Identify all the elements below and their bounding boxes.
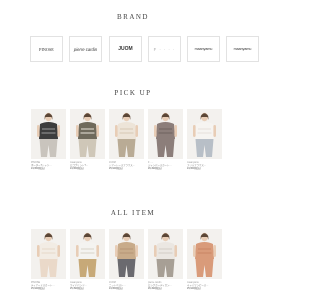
pickup-product-card[interactable]: JUOM シアーレースブラウス… ¥5,940(税込)	[109, 109, 144, 170]
product-photo	[70, 109, 105, 159]
product-photo	[187, 109, 222, 159]
product-meta: PINOSE ボーダーTシャツ… ¥4,950(税込)	[31, 161, 66, 170]
brand-label: pierre cardin	[73, 46, 98, 52]
product-price: ¥4,950(税込)	[31, 167, 45, 170]
product-meta: JUOM シアーレースブラウス… ¥5,940(税込)	[109, 161, 144, 170]
product-price: ¥4,950(税込)	[187, 167, 201, 170]
brand-logo-pierre-cardin[interactable]: pierre cardin	[69, 36, 102, 62]
product-photo	[31, 229, 66, 279]
brand-section-title: BRAND	[116, 13, 149, 21]
brand-logo-juom[interactable]: JUOM	[109, 36, 142, 62]
product-meta: maanyamu ロゴプリントT… ¥4,950(税込)	[70, 161, 105, 170]
product-photo	[31, 109, 66, 159]
product-meta: maanyamu ワイドパンツ… ¥5,390(税込)	[70, 281, 105, 290]
product-meta: F ···· ジャンパースカート… ¥6,490(税込)	[148, 161, 183, 170]
pickup-product-card[interactable]: maanyamu ロゴプリントT… ¥4,950(税込)	[70, 109, 105, 170]
allitem-product-card[interactable]: pierre cardin ロングカーディガン… ¥6,490(税込)	[148, 229, 183, 290]
product-photo	[187, 229, 222, 279]
brand-logo-maanyamu-2[interactable]: maanyamu	[226, 36, 259, 62]
brand-label: F · · · ·	[153, 46, 176, 52]
product-price: ¥6,490(税込)	[148, 287, 162, 290]
brand-label: maanyamu	[233, 47, 252, 51]
product-meta: maanyamu フリルブラウス… ¥4,950(税込)	[187, 161, 222, 170]
allitem-section-title: ALL ITEM	[110, 209, 156, 217]
product-price: ¥5,940(税込)	[31, 287, 45, 290]
allitem-product-card[interactable]: maanyamu キャミワンピース… ¥5,940(税込)	[187, 229, 222, 290]
brand-label: PINOSE	[39, 46, 54, 52]
product-photo	[109, 109, 144, 159]
product-photo	[109, 229, 144, 279]
product-photo	[70, 229, 105, 279]
brand-label: JUOM	[118, 46, 133, 52]
pickup-product-card[interactable]: maanyamu フリルブラウス… ¥4,950(税込)	[187, 109, 222, 170]
brand-logo-pinose[interactable]: PINOSE	[30, 36, 63, 62]
brand-logo-f[interactable]: F · · · ·	[148, 36, 181, 62]
product-photo	[148, 229, 183, 279]
allitem-product-card[interactable]: JUOM ニットベスト… ¥4,950(税込)	[109, 229, 144, 290]
pickup-product-card[interactable]: F ···· ジャンパースカート… ¥6,490(税込)	[148, 109, 183, 170]
product-meta: JUOM ニットベスト… ¥4,950(税込)	[109, 281, 144, 290]
product-photo	[148, 109, 183, 159]
allitem-product-card[interactable]: maanyamu ワイドパンツ… ¥5,390(税込)	[70, 229, 105, 290]
pickup-section-title: PICK UP	[114, 89, 152, 97]
product-price: ¥4,950(税込)	[109, 287, 123, 290]
product-price: ¥5,940(税込)	[187, 287, 201, 290]
allitem-product-card[interactable]: PINOSE ティアードスカート… ¥5,940(税込)	[31, 229, 66, 290]
product-meta: pierre cardin ロングカーディガン… ¥6,490(税込)	[148, 281, 183, 290]
product-price: ¥5,940(税込)	[109, 167, 123, 170]
brand-list: PINOSE pierre cardin JUOM F · · · · maan…	[30, 36, 260, 62]
product-price: ¥5,390(税込)	[70, 287, 84, 290]
product-price: ¥6,490(税込)	[148, 167, 162, 170]
product-meta: PINOSE ティアードスカート… ¥5,940(税込)	[31, 281, 66, 290]
product-price: ¥4,950(税込)	[70, 167, 84, 170]
product-meta: maanyamu キャミワンピース… ¥5,940(税込)	[187, 281, 222, 290]
brand-logo-maanyamu-1[interactable]: maanyamu	[187, 36, 220, 62]
pickup-product-card[interactable]: PINOSE ボーダーTシャツ… ¥4,950(税込)	[31, 109, 66, 170]
brand-label: maanyamu	[194, 47, 213, 51]
